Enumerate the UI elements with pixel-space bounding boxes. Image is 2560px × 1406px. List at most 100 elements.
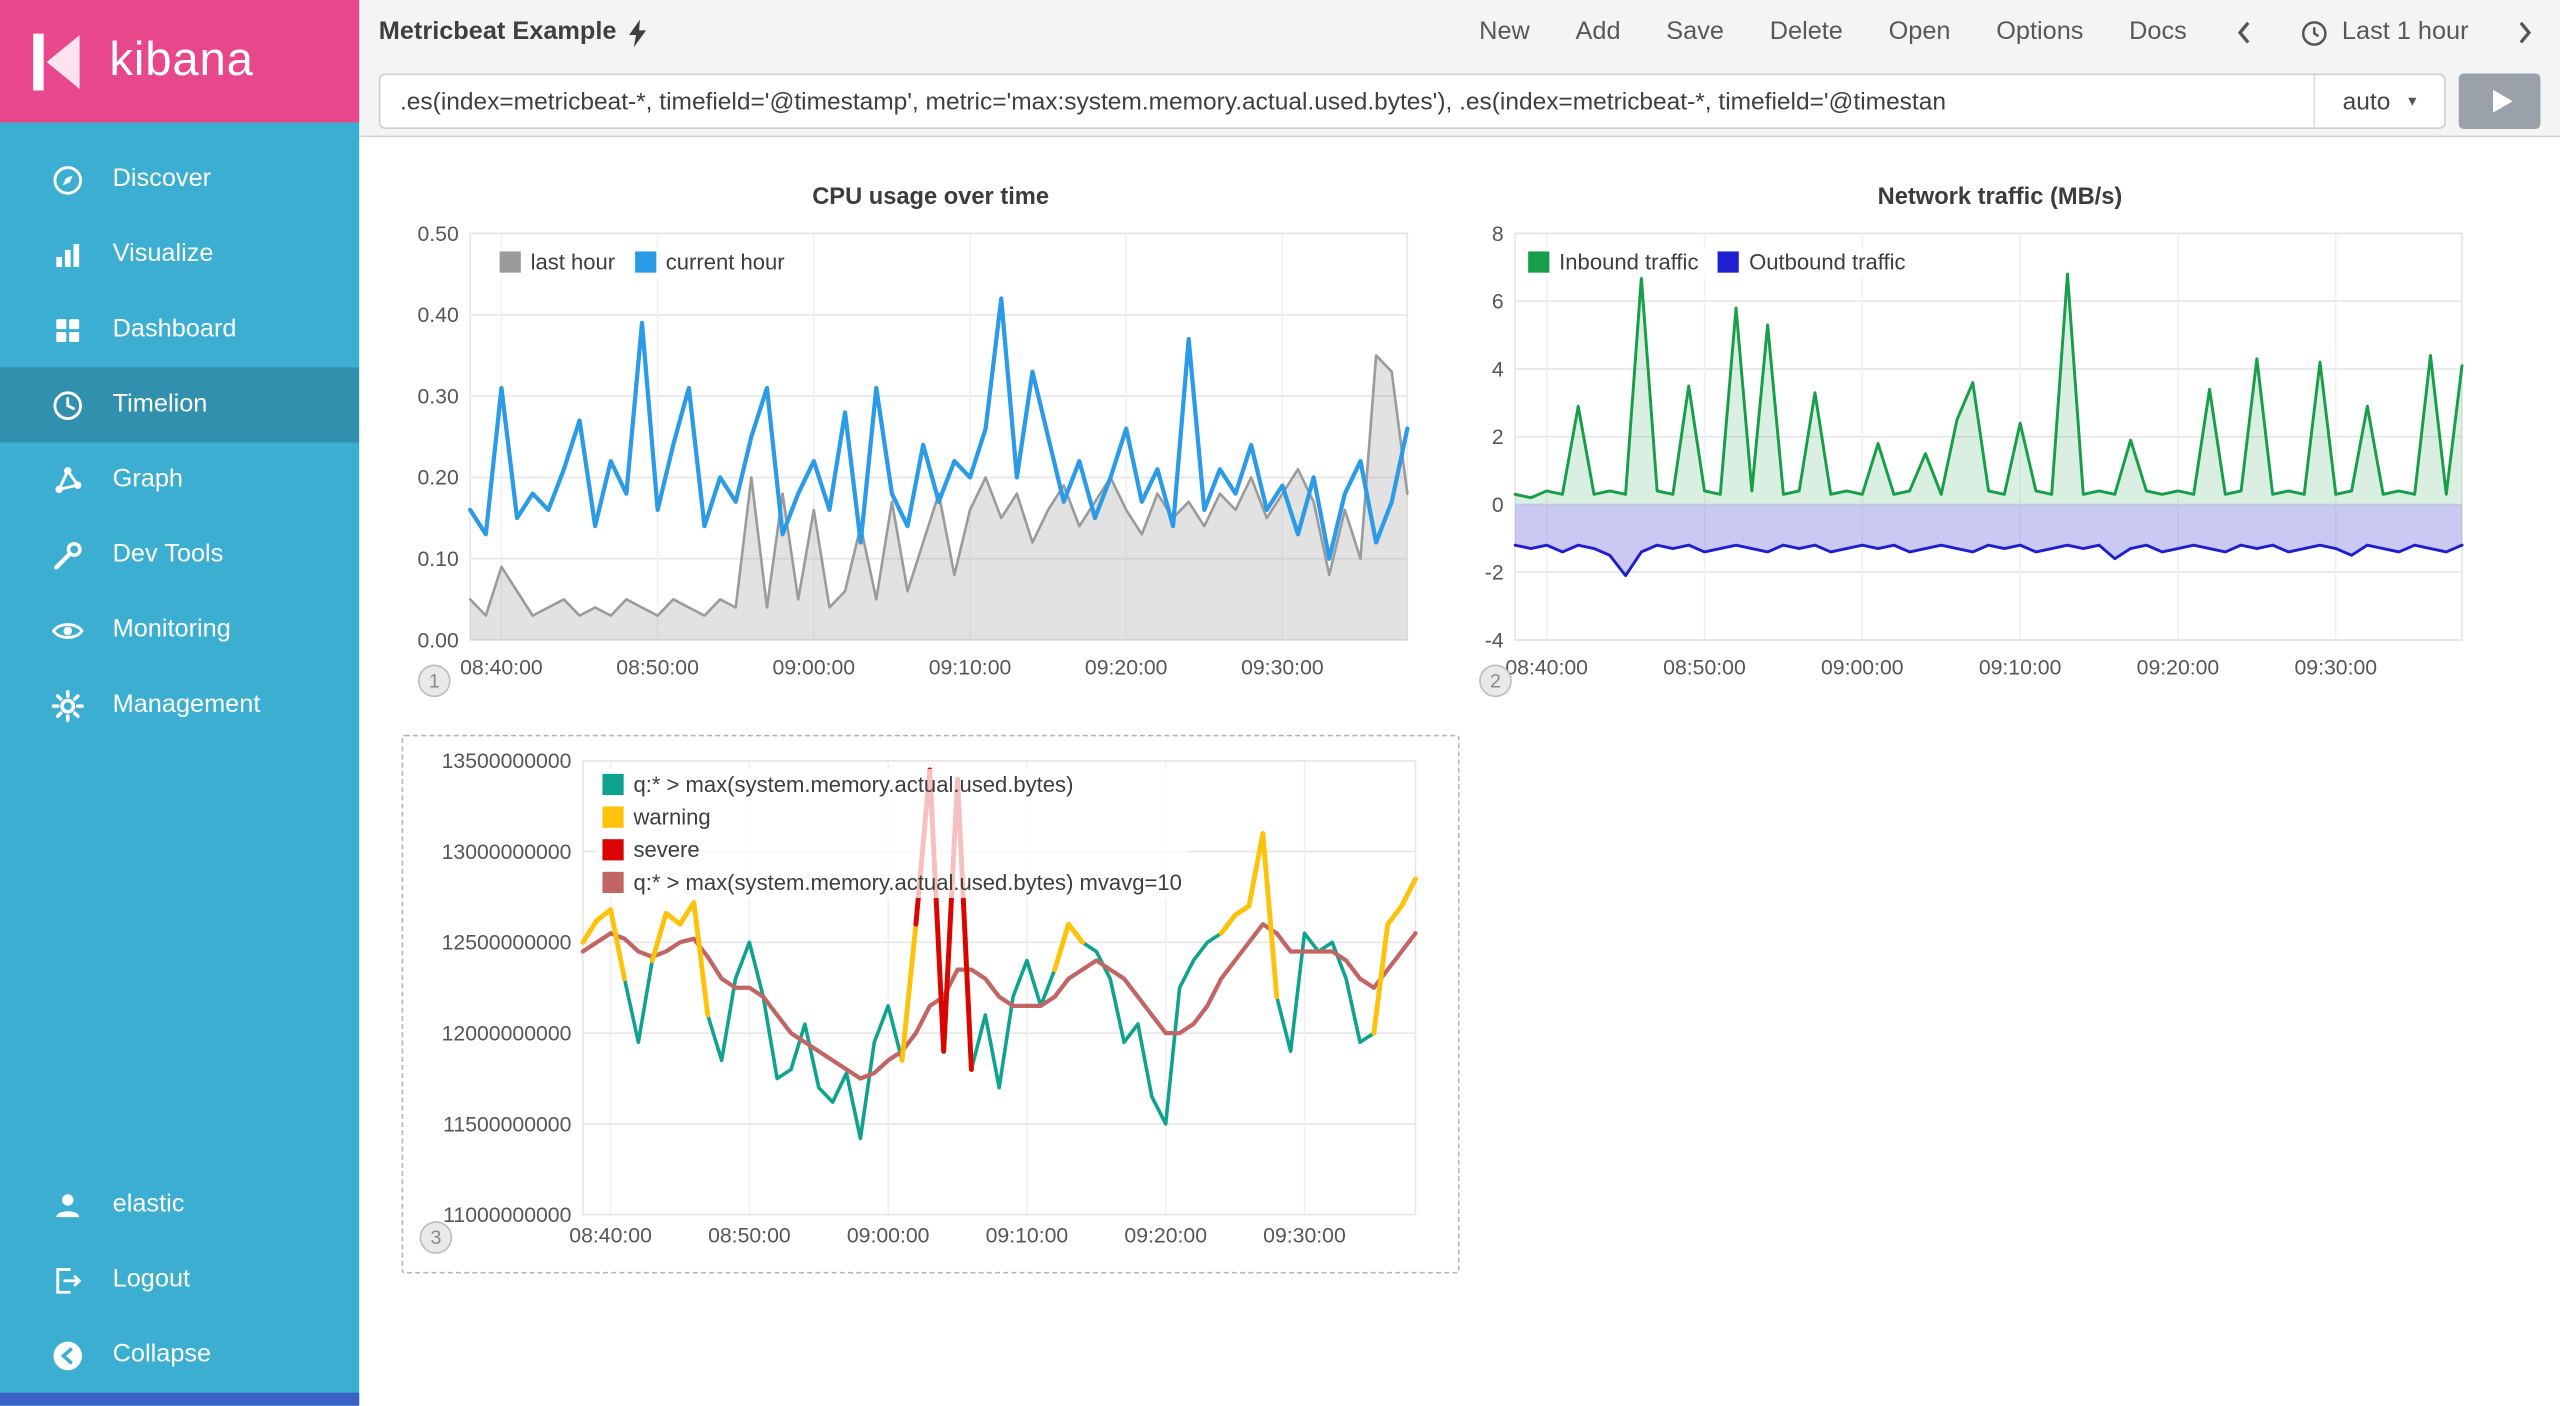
timelion-clock-icon	[49, 387, 85, 423]
svg-text:13500000000: 13500000000	[442, 750, 572, 773]
sidebar-item-management[interactable]: Management	[0, 668, 359, 743]
sidebar-item-label: Management	[113, 691, 261, 720]
svg-text:08:50:00: 08:50:00	[616, 656, 699, 679]
time-range-label: Last 1 hour	[2342, 18, 2469, 47]
svg-text:4: 4	[1492, 358, 1504, 381]
svg-text:2: 2	[1492, 426, 1504, 449]
chart-legend: last hour current hour	[493, 247, 791, 278]
svg-text:12000000000: 12000000000	[442, 1022, 572, 1045]
svg-text:-4: -4	[1485, 629, 1504, 652]
svg-text:09:10:00: 09:10:00	[1979, 656, 2062, 679]
sidebar-item-label: Dashboard	[113, 315, 237, 344]
sidebar-item-label: Discover	[113, 165, 211, 194]
svg-text:09:30:00: 09:30:00	[1241, 656, 1324, 679]
interval-select[interactable]: auto ▾	[2313, 75, 2444, 127]
legend-label: q:* > max(system.memory.actual.used.byte…	[633, 870, 1181, 894]
svg-text:12500000000: 12500000000	[442, 932, 572, 955]
svg-text:09:00:00: 09:00:00	[847, 1224, 930, 1247]
wrench-icon	[49, 537, 85, 573]
svg-text:13000000000: 13000000000	[442, 841, 572, 864]
svg-text:0.20: 0.20	[417, 467, 458, 490]
chart-order-badge: 1	[418, 664, 451, 697]
toolbar-row: Metricbeat Example New Add Save Delete O…	[359, 0, 2560, 65]
kibana-logo[interactable]: kibana	[0, 0, 359, 122]
chart-panel-cpu[interactable]: CPU usage over time 0.000.100.200.300.40…	[400, 171, 1461, 713]
legend-swatch-icon	[602, 839, 623, 860]
legend-item: Inbound traffic	[1528, 250, 1698, 274]
nav-save-button[interactable]: Save	[1666, 18, 1724, 47]
chevron-right-icon	[2518, 20, 2534, 46]
sidebar-item-dev-tools[interactable]: Dev Tools	[0, 518, 359, 593]
sidebar-item-label: Visualize	[113, 240, 214, 269]
logout-button[interactable]: Logout	[0, 1242, 359, 1317]
sidebar: kibana Discover Visualize Dashboard	[0, 0, 359, 1406]
legend-item: severe	[602, 838, 699, 862]
legend-item: warning	[602, 805, 710, 829]
svg-text:08:40:00: 08:40:00	[569, 1224, 652, 1247]
svg-text:11500000000: 11500000000	[443, 1113, 571, 1136]
page-title-group: Metricbeat Example	[379, 18, 648, 47]
time-forward-button[interactable]	[2514, 20, 2537, 46]
page-title: Metricbeat Example	[379, 18, 617, 47]
sidebar-item-monitoring[interactable]: Monitoring	[0, 593, 359, 668]
sidebar-item-elastic-user[interactable]: elastic	[0, 1167, 359, 1242]
chart-panel-memory-selected[interactable]: 1100000000011500000000120000000001250000…	[402, 735, 1460, 1274]
query-row: auto ▾	[359, 65, 2560, 137]
kibana-logo-text: kibana	[109, 34, 253, 88]
svg-text:08:40:00: 08:40:00	[1505, 656, 1588, 679]
sidebar-item-label: Graph	[113, 465, 183, 494]
kibana-app: kibana Discover Visualize Dashboard	[0, 0, 2560, 1406]
chart-order-badge: 2	[1479, 664, 1512, 697]
legend-swatch-icon	[1718, 251, 1739, 272]
sidebar-item-label: elastic	[113, 1190, 185, 1219]
sidebar-item-label: Collapse	[113, 1340, 211, 1369]
chart-legend: Inbound traffic Outbound traffic	[1522, 247, 1912, 278]
legend-swatch-icon	[500, 251, 521, 272]
timelion-query-input[interactable]	[380, 75, 2313, 127]
nav-options-button[interactable]: Options	[1996, 18, 2083, 47]
svg-text:09:20:00: 09:20:00	[2137, 656, 2220, 679]
sidebar-item-label: Logout	[113, 1265, 190, 1294]
svg-text:09:00:00: 09:00:00	[773, 656, 856, 679]
sidebar-footer: elastic Logout Collapse	[0, 1167, 359, 1392]
svg-text:09:20:00: 09:20:00	[1124, 1224, 1207, 1247]
eye-icon	[49, 612, 85, 648]
timepicker-button[interactable]: Last 1 hour	[2301, 18, 2468, 47]
sidebar-item-dashboard[interactable]: Dashboard	[0, 292, 359, 367]
toolbar-nav: New Add Save Delete Open Options Docs La…	[1479, 18, 2537, 47]
nav-new-button[interactable]: New	[1479, 18, 1530, 47]
timelion-sheet: CPU usage over time 0.000.100.200.300.40…	[359, 139, 2560, 1406]
legend-label: current hour	[666, 250, 785, 274]
svg-text:0.30: 0.30	[417, 385, 458, 408]
time-back-button[interactable]	[2233, 20, 2256, 46]
chart-panel-network[interactable]: Network traffic (MB/s) -4-20246808:40:00…	[1478, 171, 2523, 713]
graph-nodes-icon	[49, 462, 85, 498]
sidebar-item-graph[interactable]: Graph	[0, 442, 359, 517]
legend-item: q:* > max(system.memory.actual.used.byte…	[602, 772, 1073, 796]
legend-label: warning	[633, 805, 710, 829]
svg-text:09:00:00: 09:00:00	[1821, 656, 1904, 679]
sidebar-item-label: Dev Tools	[113, 540, 224, 569]
legend-swatch-icon	[602, 872, 623, 893]
svg-text:09:30:00: 09:30:00	[1263, 1224, 1346, 1247]
logout-icon	[49, 1262, 85, 1298]
sidebar-item-discover[interactable]: Discover	[0, 142, 359, 217]
legend-label: q:* > max(system.memory.actual.used.byte…	[633, 772, 1073, 796]
sidebar-item-visualize[interactable]: Visualize	[0, 217, 359, 292]
legend-swatch-icon	[602, 774, 623, 795]
svg-text:0.00: 0.00	[417, 629, 458, 652]
sidebar-item-label: Timelion	[113, 390, 208, 419]
dashboard-grid-icon	[49, 312, 85, 348]
compass-icon	[49, 162, 85, 198]
collapse-button[interactable]: Collapse	[0, 1318, 359, 1393]
nav-open-button[interactable]: Open	[1889, 18, 1951, 47]
gear-icon	[49, 687, 85, 723]
nav-docs-button[interactable]: Docs	[2129, 18, 2187, 47]
sidebar-item-timelion[interactable]: Timelion	[0, 367, 359, 442]
legend-label: severe	[633, 838, 699, 862]
nav-add-button[interactable]: Add	[1576, 18, 1621, 47]
nav-delete-button[interactable]: Delete	[1770, 18, 1843, 47]
run-query-button[interactable]	[2459, 73, 2541, 129]
legend-item: q:* > max(system.memory.actual.used.byte…	[602, 870, 1181, 894]
legend-item: last hour	[500, 250, 616, 274]
